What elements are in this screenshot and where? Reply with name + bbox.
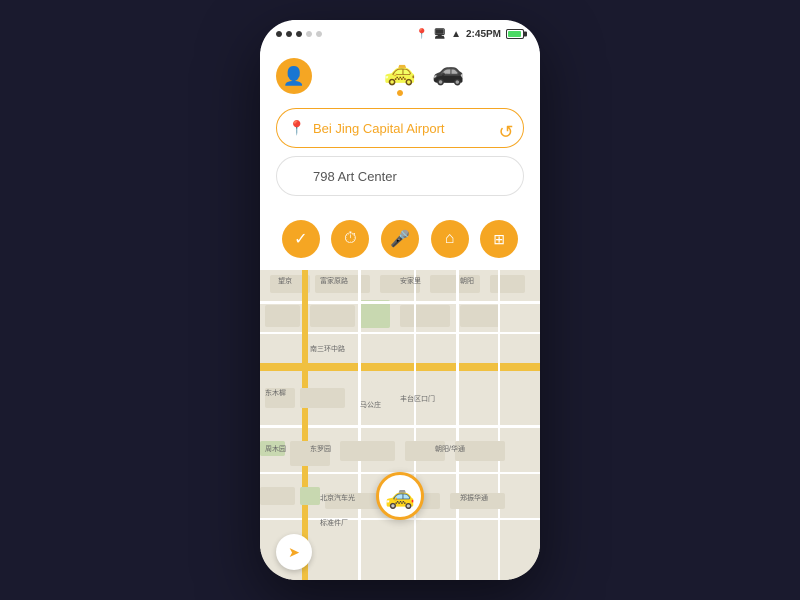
- map-label: 安家里: [400, 276, 421, 286]
- phone-frame: 📍 🖥 ▲ 2:45PM 👤 🚕 🚗 📍: [260, 20, 540, 580]
- map-label: 望京: [278, 276, 292, 286]
- signal-dot-1: [276, 31, 282, 37]
- main-road-v: [302, 270, 308, 580]
- taxi-car-icon: 🚕: [384, 56, 416, 87]
- map-block-green: [300, 487, 320, 505]
- map-block: [310, 305, 355, 327]
- signal-dot-3: [296, 31, 302, 37]
- from-location-input[interactable]: [276, 108, 524, 148]
- map-label: 富家原路: [320, 276, 348, 286]
- building-button[interactable]: ⊞: [480, 220, 518, 258]
- map-label: 标准件厂: [320, 518, 348, 528]
- action-buttons-bar: ✓ ⏱ 🎤 ⌂ ⊞: [260, 212, 540, 270]
- to-input-wrapper: [276, 156, 524, 196]
- road-v-4: [498, 270, 500, 580]
- mic-icon: 🎤: [390, 229, 410, 249]
- compass-button[interactable]: ➤: [276, 534, 312, 570]
- to-location-input[interactable]: [276, 156, 524, 196]
- home-icon: ⌂: [445, 230, 455, 248]
- map-label: 朝阳/华通: [435, 444, 465, 454]
- map-label: 朝阳: [460, 276, 474, 286]
- confirm-icon: ✓: [294, 229, 307, 249]
- from-pin-icon: 📍: [288, 120, 305, 137]
- road-v-2: [414, 270, 416, 580]
- location-icon: 📍: [416, 29, 428, 40]
- taxi-marker: 🚕: [376, 472, 424, 520]
- app-header: 👤 🚕 🚗: [260, 48, 540, 108]
- car-dot-inactive: [445, 90, 451, 96]
- map-label: 郑振华通: [460, 493, 488, 503]
- compass-icon: ➤: [288, 544, 300, 561]
- signal-dot-2: [286, 31, 292, 37]
- signal-dots: [276, 31, 322, 37]
- map-block: [340, 441, 395, 461]
- car-selector: 🚕 🚗: [324, 56, 524, 96]
- wifi-icon: ▲: [451, 29, 461, 40]
- map-block: [265, 305, 300, 327]
- time-display: 2:45PM: [466, 29, 501, 40]
- to-input-container: ↺: [276, 156, 524, 196]
- map-label: 东罗园: [310, 444, 331, 454]
- map-label: 丰台区口门: [400, 394, 435, 404]
- taxi-icon: 🚕: [385, 482, 415, 511]
- map-background: 望京 富家原路 安家里 朝阳 南三环中路 东木樨 马公庄 周木园 东罗园 丰台区…: [260, 270, 540, 580]
- map-block: [260, 487, 295, 505]
- map-label: 北京汽车光: [320, 493, 355, 503]
- swap-button[interactable]: ↺: [492, 118, 520, 146]
- recent-button[interactable]: ⏱: [331, 220, 369, 258]
- car-dot-active: [397, 90, 403, 96]
- home-button[interactable]: ⌂: [431, 220, 469, 258]
- avatar-icon: 👤: [283, 66, 305, 87]
- car-option-taxi[interactable]: 🚕: [384, 56, 416, 96]
- building-icon: ⊞: [493, 231, 505, 248]
- map-area[interactable]: 望京 富家原路 安家里 朝阳 南三环中路 东木樨 马公庄 周木园 东罗园 丰台区…: [260, 270, 540, 580]
- road-v-3: [456, 270, 459, 580]
- from-input-wrapper: 📍: [276, 108, 524, 148]
- signal-dot-4: [306, 31, 312, 37]
- map-label: 东木樨: [265, 388, 286, 398]
- monitor-icon: 🖥: [433, 29, 446, 40]
- signal-dot-5: [316, 31, 322, 37]
- map-block: [490, 275, 525, 293]
- status-bar: 📍 🖥 ▲ 2:45PM: [260, 20, 540, 48]
- car-option-sedan[interactable]: 🚗: [432, 56, 464, 96]
- clock-icon: ⏱: [344, 230, 356, 248]
- map-label: 马公庄: [360, 400, 381, 410]
- avatar[interactable]: 👤: [276, 58, 312, 94]
- voice-button[interactable]: 🎤: [381, 220, 419, 258]
- sedan-car-icon: 🚗: [432, 56, 464, 87]
- map-block: [460, 305, 500, 327]
- road-v-1: [358, 270, 361, 580]
- map-block: [300, 388, 345, 408]
- map-label: 周木园: [265, 444, 286, 454]
- input-area: 📍 ↺: [260, 108, 540, 212]
- map-label: 南三环中路: [310, 344, 345, 354]
- status-right: 📍 🖥 ▲ 2:45PM: [416, 29, 524, 40]
- map-block: [400, 305, 450, 327]
- confirm-button[interactable]: ✓: [282, 220, 320, 258]
- battery-icon: [506, 29, 524, 39]
- map-block-green: [360, 300, 390, 328]
